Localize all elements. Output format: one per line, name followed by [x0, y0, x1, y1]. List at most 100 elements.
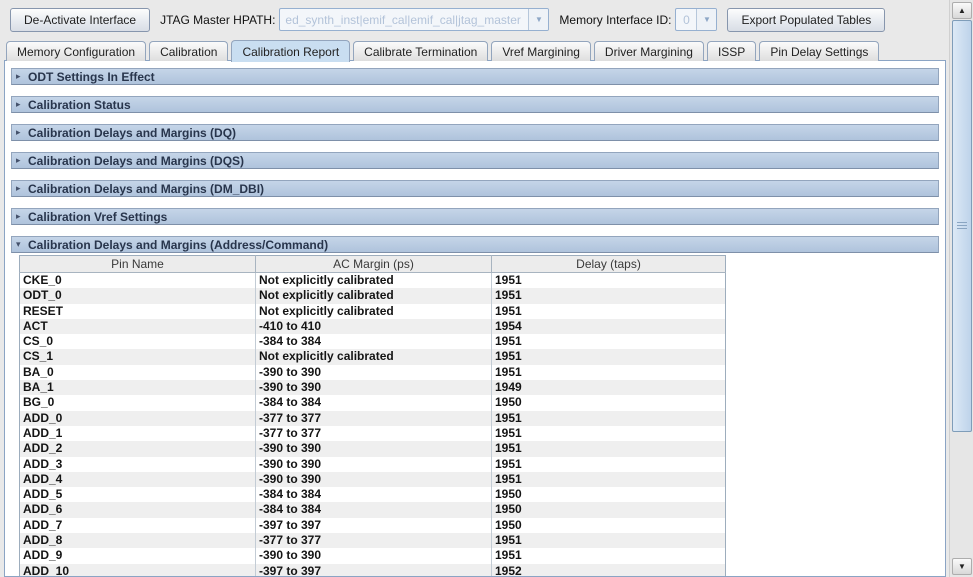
table-cell: 1951: [492, 472, 726, 487]
column-header-delay[interactable]: Delay (taps): [492, 256, 726, 273]
section-label: Calibration Delays and Margins (Address/…: [28, 238, 328, 252]
calibration-report-panel: ▸ODT Settings In Effect▸Calibration Stat…: [4, 60, 946, 577]
table-row[interactable]: ADD_9-390 to 3901951: [20, 548, 726, 563]
scroll-up-icon[interactable]: ▲: [952, 2, 972, 19]
export-populated-tables-button[interactable]: Export Populated Tables: [727, 8, 885, 32]
table-cell: RESET: [20, 304, 256, 319]
section-header-calibration-delays-and-margins-address-command[interactable]: ▾Calibration Delays and Margins (Address…: [11, 236, 939, 253]
tab-pin-delay-settings[interactable]: Pin Delay Settings: [759, 41, 879, 61]
table-cell: ADD_1: [20, 426, 256, 441]
section-header-calibration-vref-settings[interactable]: ▸Calibration Vref Settings: [11, 208, 939, 225]
table-cell: ADD_5: [20, 487, 256, 502]
tab-calibration[interactable]: Calibration: [149, 41, 228, 61]
jtag-master-hpath-value: ed_synth_inst|emif_cal|emif_cal|jtag_mas…: [280, 9, 528, 30]
table-cell: 1951: [492, 304, 726, 319]
table-cell: ADD_8: [20, 533, 256, 548]
column-header-pin-name[interactable]: Pin Name: [20, 256, 256, 273]
table-cell: BA_0: [20, 365, 256, 380]
table-row[interactable]: CS_0-384 to 3841951: [20, 334, 726, 349]
memory-interface-id-select[interactable]: 0 ▼: [675, 8, 717, 31]
table-header-row: Pin Name AC Margin (ps) Delay (taps): [20, 256, 726, 273]
section-label: Calibration Delays and Margins (DQS): [28, 154, 244, 168]
table-row[interactable]: ADD_4-390 to 3901951: [20, 472, 726, 487]
chevron-right-icon: ▸: [16, 128, 28, 137]
table-row[interactable]: ACT-410 to 4101954: [20, 319, 726, 334]
table-row[interactable]: ADD_0-377 to 3771951: [20, 411, 726, 426]
table-cell: -397 to 397: [256, 518, 492, 533]
section-header-calibration-delays-and-margins-dq[interactable]: ▸Calibration Delays and Margins (DQ): [11, 124, 939, 141]
table-cell: -390 to 390: [256, 365, 492, 380]
section-list: ▸ODT Settings In Effect▸Calibration Stat…: [5, 68, 945, 253]
section-label: ODT Settings In Effect: [28, 70, 155, 84]
tab-vref-margining[interactable]: Vref Margining: [491, 41, 591, 61]
section-header-calibration-status[interactable]: ▸Calibration Status: [11, 96, 939, 113]
deactivate-interface-button[interactable]: De-Activate Interface: [10, 8, 150, 32]
tab-memory-configuration[interactable]: Memory Configuration: [6, 41, 146, 61]
section-header-calibration-delays-and-margins-dm-dbi[interactable]: ▸Calibration Delays and Margins (DM_DBI): [11, 180, 939, 197]
table-cell: 1951: [492, 273, 726, 289]
scrollbar-grip-icon: [957, 222, 967, 230]
table-cell: -390 to 390: [256, 441, 492, 456]
table-cell: Not explicitly calibrated: [256, 304, 492, 319]
table-row[interactable]: ADD_2-390 to 3901951: [20, 441, 726, 456]
table-cell: ODT_0: [20, 288, 256, 303]
tab-issp[interactable]: ISSP: [707, 41, 756, 61]
table-cell: -377 to 377: [256, 426, 492, 441]
table-cell: BG_0: [20, 395, 256, 410]
address-command-table-wrap: Pin Name AC Margin (ps) Delay (taps) CKE…: [19, 255, 945, 577]
table-row[interactable]: BA_0-390 to 3901951: [20, 365, 726, 380]
table-row[interactable]: ADD_8-377 to 3771951: [20, 533, 726, 548]
chevron-down-icon[interactable]: ▼: [696, 9, 716, 30]
table-cell: 1951: [492, 349, 726, 364]
table-row[interactable]: ADD_1-377 to 3771951: [20, 426, 726, 441]
scrollbar-thumb[interactable]: [952, 20, 972, 432]
table-row[interactable]: BA_1-390 to 3901949: [20, 380, 726, 395]
table-cell: 1951: [492, 457, 726, 472]
section-header-calibration-delays-and-margins-dqs[interactable]: ▸Calibration Delays and Margins (DQS): [11, 152, 939, 169]
scroll-down-icon[interactable]: ▼: [952, 558, 972, 575]
table-row[interactable]: CKE_0Not explicitly calibrated1951: [20, 273, 726, 289]
column-header-ac-margin[interactable]: AC Margin (ps): [256, 256, 492, 273]
table-cell: -384 to 384: [256, 502, 492, 517]
table-cell: 1951: [492, 548, 726, 563]
table-row[interactable]: ODT_0Not explicitly calibrated1951: [20, 288, 726, 303]
table-cell: Not explicitly calibrated: [256, 349, 492, 364]
table-cell: 1949: [492, 380, 726, 395]
table-cell: 1950: [492, 487, 726, 502]
chevron-right-icon: ▸: [16, 184, 28, 193]
table-row[interactable]: BG_0-384 to 3841950: [20, 395, 726, 410]
table-cell: -390 to 390: [256, 548, 492, 563]
chevron-down-icon[interactable]: ▼: [528, 9, 548, 30]
table-cell: -384 to 384: [256, 334, 492, 349]
table-cell: ADD_6: [20, 502, 256, 517]
tab-calibration-report[interactable]: Calibration Report: [231, 40, 350, 62]
vertical-scrollbar[interactable]: ▲ ▼: [949, 0, 973, 577]
jtag-master-hpath-select[interactable]: ed_synth_inst|emif_cal|emif_cal|jtag_mas…: [279, 8, 549, 31]
table-cell: ADD_2: [20, 441, 256, 456]
table-cell: -410 to 410: [256, 319, 492, 334]
table-cell: ADD_3: [20, 457, 256, 472]
table-row[interactable]: ADD_10-397 to 3971952: [20, 564, 726, 577]
table-row[interactable]: ADD_5-384 to 3841950: [20, 487, 726, 502]
table-row[interactable]: CS_1Not explicitly calibrated1951: [20, 349, 726, 364]
section-header-odt-settings-in-effect[interactable]: ▸ODT Settings In Effect: [11, 68, 939, 85]
table-cell: ACT: [20, 319, 256, 334]
table-cell: ADD_0: [20, 411, 256, 426]
table-row[interactable]: ADD_3-390 to 3901951: [20, 457, 726, 472]
tab-driver-margining[interactable]: Driver Margining: [594, 41, 704, 61]
table-cell: ADD_7: [20, 518, 256, 533]
table-row[interactable]: ADD_7-397 to 3971950: [20, 518, 726, 533]
table-row[interactable]: ADD_6-384 to 3841950: [20, 502, 726, 517]
chevron-right-icon: ▸: [16, 100, 28, 109]
table-cell: Not explicitly calibrated: [256, 273, 492, 289]
tab-calibrate-termination[interactable]: Calibrate Termination: [353, 41, 488, 61]
table-row[interactable]: RESETNot explicitly calibrated1951: [20, 304, 726, 319]
chevron-right-icon: ▸: [16, 72, 28, 81]
table-cell: 1951: [492, 334, 726, 349]
table-body: CKE_0Not explicitly calibrated1951ODT_0N…: [20, 273, 726, 577]
table-cell: 1951: [492, 533, 726, 548]
toolbar: De-Activate Interface JTAG Master HPATH:…: [0, 0, 949, 39]
section-label: Calibration Delays and Margins (DM_DBI): [28, 182, 264, 196]
table-cell: -377 to 377: [256, 411, 492, 426]
table-cell: ADD_9: [20, 548, 256, 563]
